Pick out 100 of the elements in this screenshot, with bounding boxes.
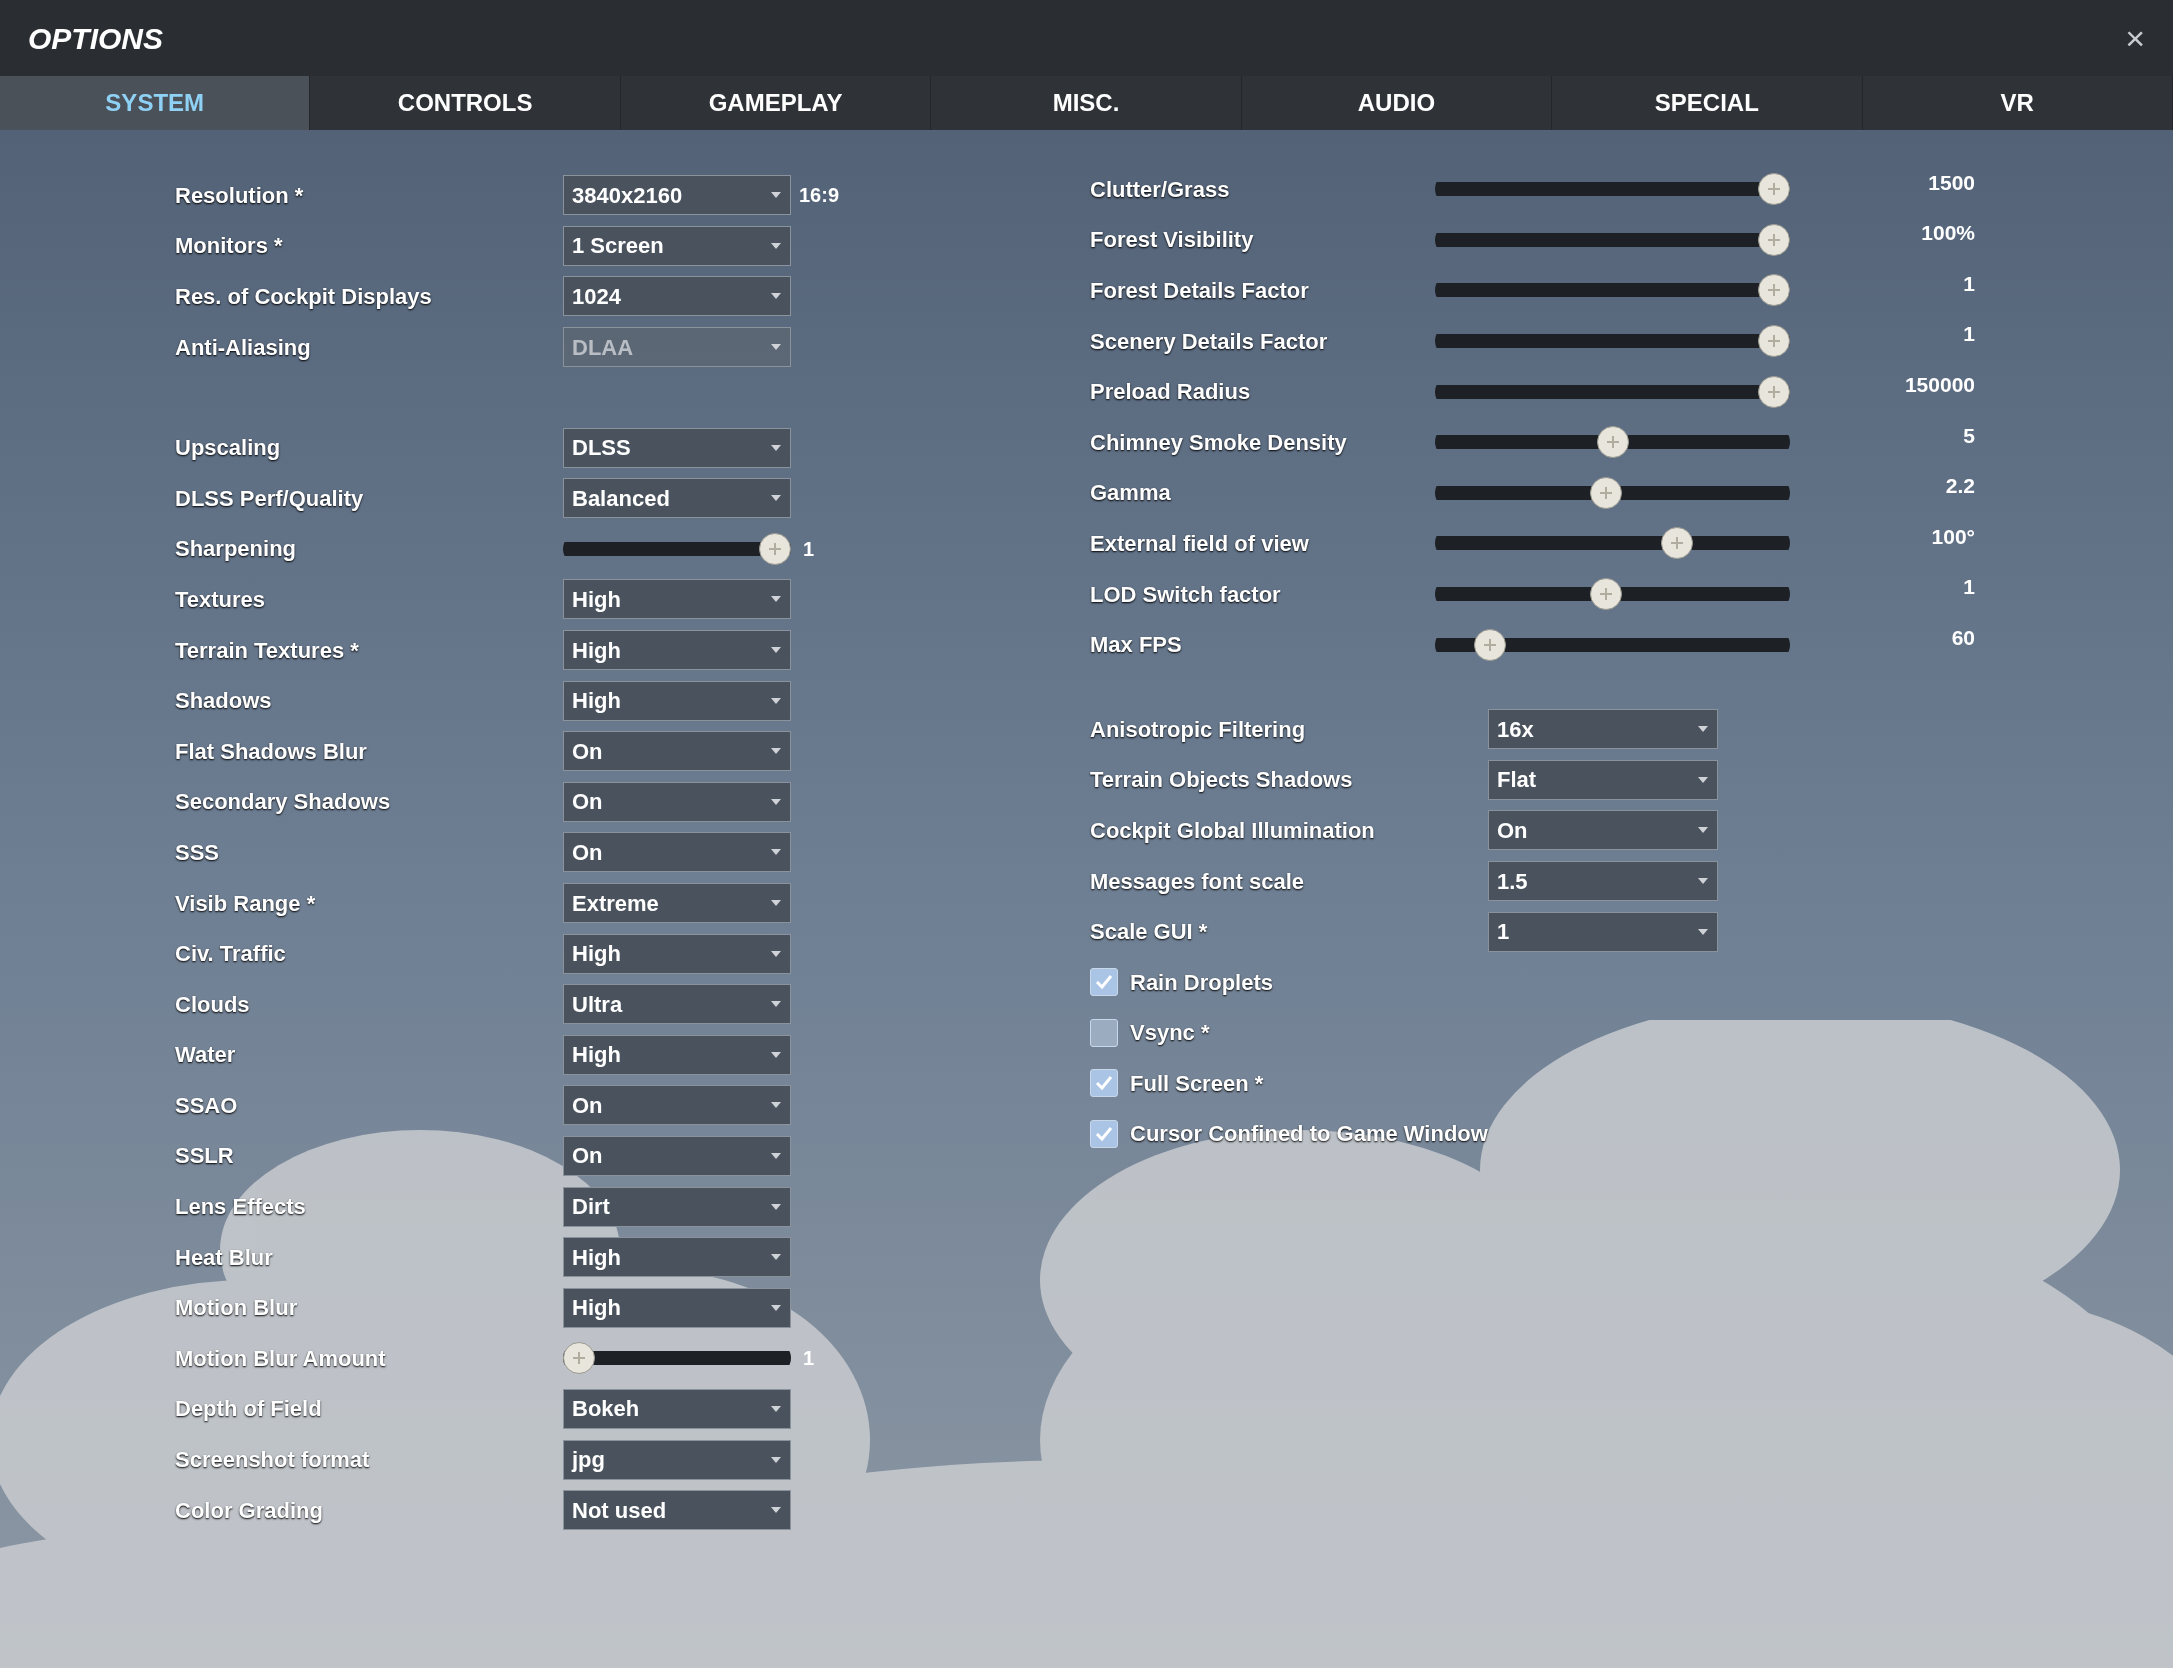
caret-icon: [770, 949, 782, 958]
caret-icon: [1697, 826, 1709, 835]
slider-thumb[interactable]: [1758, 173, 1790, 206]
caret-icon: [770, 848, 782, 857]
tab[interactable]: SYSTEM: [0, 76, 311, 130]
dropdown[interactable]: High: [563, 680, 791, 721]
dropdown[interactable]: DLSS: [563, 427, 791, 468]
dropdown[interactable]: 3840x2160: [563, 175, 791, 216]
setting-label: Flat Shadows Blur: [175, 737, 368, 766]
dropdown[interactable]: 16x: [1488, 709, 1718, 750]
caret-icon: [770, 443, 782, 452]
setting-label: Lens Effects: [175, 1193, 307, 1222]
setting-label: Secondary Shadows: [175, 788, 392, 817]
slider-thumb[interactable]: [1590, 578, 1623, 611]
setting-label: SSLR: [175, 1142, 235, 1171]
setting-label: Textures: [175, 585, 267, 614]
caret-icon: [770, 494, 782, 503]
setting-label: Heat Blur: [175, 1243, 274, 1272]
dropdown[interactable]: jpg: [563, 1439, 791, 1480]
setting-label: Anti-Aliasing: [175, 333, 312, 362]
dropdown[interactable]: 1 Screen: [563, 225, 791, 266]
setting-label: DLSS Perf/Quality: [175, 484, 365, 513]
dropdown[interactable]: Ultra: [563, 984, 791, 1025]
slider-thumb[interactable]: [1758, 274, 1790, 307]
setting-label: Anisotropic Filtering: [1090, 715, 1307, 744]
checkmark-icon: [1094, 1124, 1114, 1144]
setting-label: Resolution *: [175, 181, 305, 210]
checkbox[interactable]: [1090, 1069, 1118, 1098]
setting-label: Forest Visibility: [1090, 226, 1255, 255]
setting-label: Forest Details Factor: [1090, 277, 1310, 305]
setting-label: External field of view: [1090, 529, 1310, 558]
dropdown[interactable]: On: [563, 731, 791, 772]
dropdown[interactable]: Flat: [1488, 759, 1718, 800]
checkbox[interactable]: [1090, 1018, 1118, 1047]
setting-label: Motion Blur Amount: [175, 1344, 387, 1373]
dropdown[interactable]: High: [563, 579, 791, 620]
setting-label: Terrain Textures *: [175, 636, 360, 665]
checkbox[interactable]: [1090, 1120, 1118, 1148]
setting-label: Screenshot format: [175, 1446, 371, 1475]
setting-label: Chimney Smoke Density: [1090, 428, 1348, 457]
caret-icon: [770, 899, 782, 907]
dropdown[interactable]: On: [1488, 810, 1718, 851]
slider-value: 5: [1962, 422, 1975, 449]
slider-thumb[interactable]: [1758, 375, 1790, 408]
setting-label: Preload Radius: [1090, 378, 1252, 407]
dropdown[interactable]: Balanced: [563, 478, 791, 519]
caret-icon: [770, 747, 782, 756]
dropdown[interactable]: 1: [1488, 911, 1718, 952]
close-button[interactable]: ×: [2125, 21, 2145, 55]
dropdown[interactable]: On: [563, 1085, 791, 1126]
slider-thumb[interactable]: [1596, 426, 1629, 459]
caret-icon: [770, 595, 782, 604]
caret-icon: [770, 191, 782, 200]
caret-icon: [770, 1202, 782, 1211]
setting-label: Max FPS: [1090, 631, 1183, 660]
caret-icon: [770, 797, 782, 806]
slider-value: 1: [1962, 321, 1975, 348]
slider-thumb[interactable]: [759, 532, 791, 565]
caret-icon: [770, 1050, 782, 1059]
slider-thumb[interactable]: [1473, 628, 1506, 661]
dropdown[interactable]: On: [563, 832, 791, 873]
slider-value: 1: [1962, 574, 1975, 601]
setting-label: SSS: [175, 838, 221, 867]
setting-label: LOD Switch factor: [1090, 580, 1282, 609]
slider-value: 60: [1950, 624, 1975, 651]
dropdown[interactable]: 1024: [563, 276, 791, 317]
dropdown[interactable]: High: [563, 933, 791, 974]
caret-icon: [770, 343, 782, 352]
slider-thumb[interactable]: [1590, 476, 1623, 509]
setting-label: Visib Range *: [175, 889, 317, 918]
slider-value: 150000: [1903, 371, 1975, 398]
checkbox[interactable]: [1090, 968, 1118, 997]
dropdown[interactable]: High: [563, 1237, 791, 1278]
dropdown[interactable]: Dirt: [563, 1186, 791, 1227]
dropdown[interactable]: High: [563, 1287, 791, 1328]
caret-icon: [770, 1455, 782, 1464]
setting-label: Full Screen *: [1130, 1069, 1264, 1098]
caret-icon: [1697, 725, 1709, 734]
setting-label: Scale GUI *: [1090, 918, 1209, 947]
setting-label: Shadows: [175, 687, 273, 716]
slider-value: 1: [803, 536, 815, 562]
caret-icon: [770, 646, 782, 655]
setting-label: Rain Droplets: [1130, 968, 1274, 997]
dropdown[interactable]: Not used: [563, 1490, 791, 1531]
dropdown[interactable]: Extreme: [563, 883, 791, 923]
slider-thumb[interactable]: [1758, 325, 1790, 358]
dropdown[interactable]: 1.5: [1488, 861, 1718, 901]
dropdown[interactable]: Bokeh: [563, 1388, 791, 1429]
setting-label: Civ. Traffic: [175, 940, 287, 969]
dropdown[interactable]: High: [563, 630, 791, 671]
setting-label: Vsync *: [1130, 1019, 1210, 1048]
slider-thumb[interactable]: [1758, 223, 1790, 256]
setting-label: Terrain Objects Shadows: [1090, 766, 1354, 795]
caret-icon: [770, 696, 782, 705]
slider-thumb[interactable]: [1661, 527, 1694, 560]
setting-label: Res. of Cockpit Displays: [175, 283, 433, 311]
dropdown[interactable]: High: [563, 1034, 791, 1075]
dropdown[interactable]: On: [563, 781, 791, 822]
dropdown[interactable]: On: [563, 1136, 791, 1176]
caret-icon: [770, 241, 782, 250]
